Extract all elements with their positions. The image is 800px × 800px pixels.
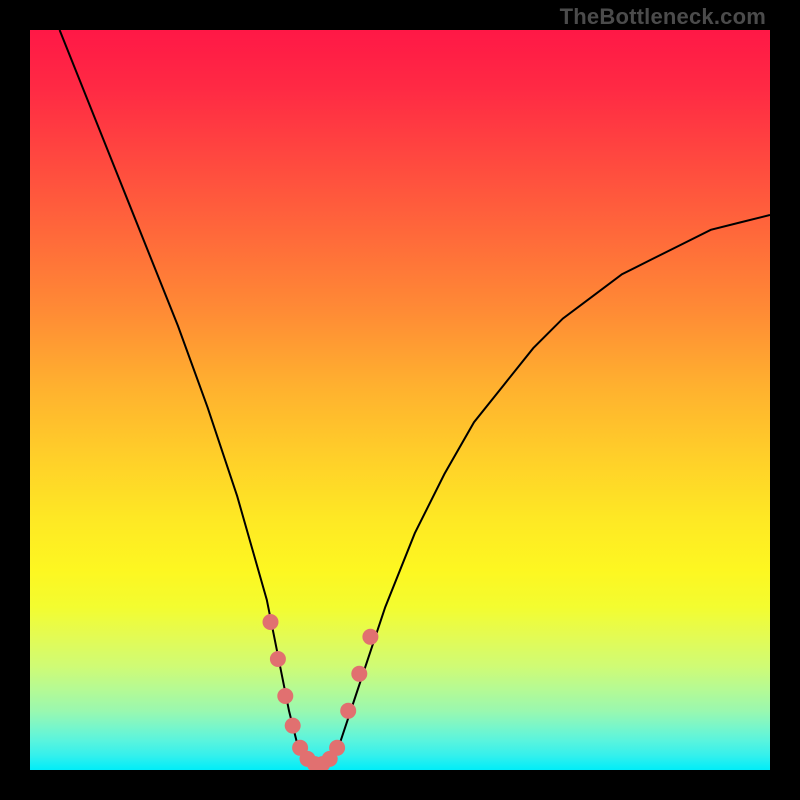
highlight-marker <box>340 703 356 719</box>
chart-frame: TheBottleneck.com <box>0 0 800 800</box>
highlight-marker <box>351 666 367 682</box>
highlight-marker <box>263 614 279 630</box>
highlighted-marker-group <box>263 614 379 770</box>
highlight-marker <box>329 740 345 756</box>
bottleneck-curve <box>60 30 770 766</box>
chart-svg <box>30 30 770 770</box>
highlight-marker <box>277 688 293 704</box>
highlight-marker <box>270 651 286 667</box>
highlight-marker <box>362 629 378 645</box>
watermark-text: TheBottleneck.com <box>560 4 766 30</box>
highlight-marker <box>285 718 301 734</box>
plot-area <box>30 30 770 770</box>
